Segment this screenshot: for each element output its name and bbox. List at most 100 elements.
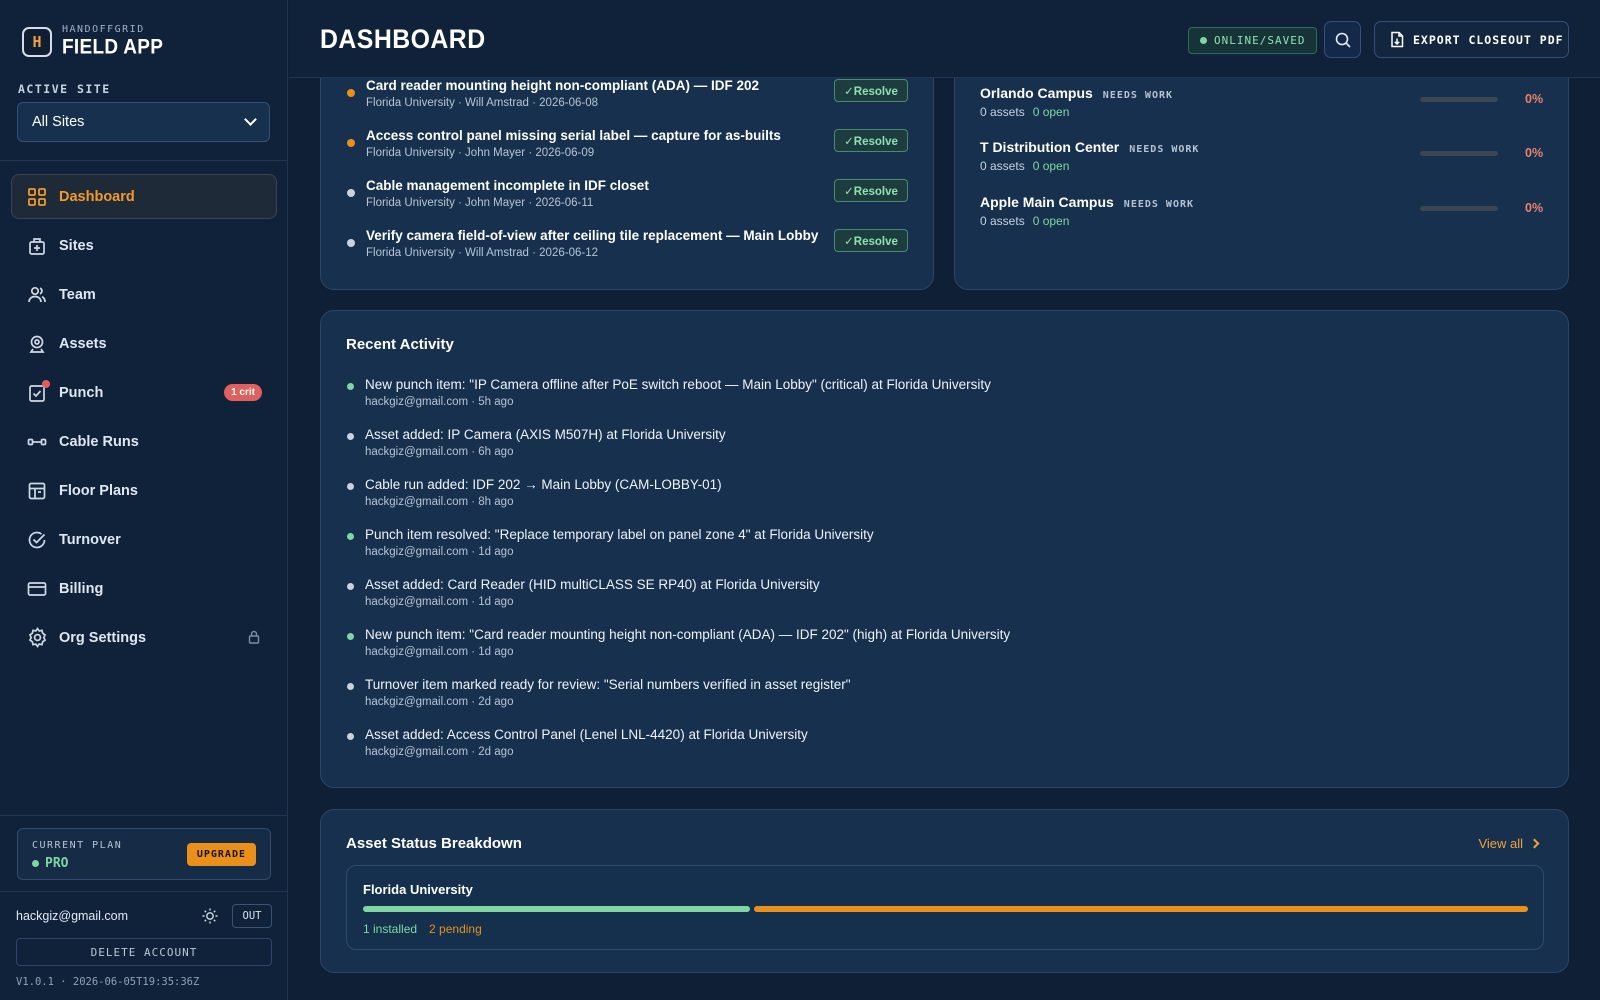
- plan-label: CURRENT PLAN: [32, 840, 123, 851]
- activity-dot: [347, 683, 354, 690]
- sidebar-item-label: Team: [59, 286, 96, 303]
- recent-activity-title: Recent Activity: [346, 336, 454, 353]
- sidebar-item-label: Sites: [59, 237, 94, 254]
- site-select[interactable]: All Sites: [17, 102, 270, 142]
- building-icon: [26, 235, 48, 257]
- asset-legend: 1 installed 2 pending: [363, 922, 482, 936]
- view-all-link[interactable]: View all: [1478, 836, 1540, 851]
- activity-item: New punch item: "IP Camera offline after…: [321, 377, 1570, 427]
- asset-status-card: Asset Status Breakdown View all Florida …: [320, 809, 1569, 973]
- plan-value: PRO: [32, 856, 68, 871]
- page-title: DASHBOARD: [320, 24, 486, 54]
- brand-subtitle: HANDOFFGRID: [62, 24, 145, 35]
- priority-dot: [347, 139, 355, 147]
- sidebar-item-label: Cable Runs: [59, 433, 139, 450]
- punch-title: Card reader mounting height non-complian…: [366, 78, 760, 93]
- sidebar-item-billing[interactable]: Billing: [11, 566, 277, 611]
- site-name: Orlando Campus NEEDS WORK: [980, 85, 1174, 101]
- site-name: Apple Main Campus NEEDS WORK: [980, 194, 1195, 210]
- site-progress-bar: [1420, 151, 1498, 156]
- sidebar-item-org-settings[interactable]: Org Settings: [11, 615, 277, 660]
- activity-text: New punch item: "IP Camera offline after…: [365, 377, 991, 392]
- activity-item: Asset added: Card Reader (HID multiCLASS…: [321, 577, 1570, 627]
- punch-title: Cable management incomplete in IDF close…: [366, 178, 649, 193]
- sidebar-item-assets[interactable]: Assets: [11, 321, 277, 366]
- checklist-icon: [26, 379, 50, 404]
- sun-icon[interactable]: [201, 907, 219, 930]
- sidebar-item-label: Org Settings: [59, 629, 147, 646]
- divider: [0, 815, 288, 816]
- installed-count: 1 installed: [363, 922, 418, 936]
- site-progress-bar: [1420, 97, 1498, 102]
- activity-dot: [347, 433, 354, 440]
- activity-dot: [347, 733, 354, 740]
- activity-dot: [347, 533, 354, 540]
- activity-text: New punch item: "Card reader mounting he…: [365, 627, 1011, 642]
- site-row[interactable]: Apple Main Campus NEEDS WORK 0 assets 0 op…: [955, 194, 1570, 238]
- logo-icon: H: [22, 26, 52, 57]
- punch-title: Access control panel missing serial labe…: [366, 128, 781, 143]
- activity-text: Asset added: IP Camera (AXIS M507H) at F…: [365, 427, 726, 442]
- activity-meta: hackgiz@gmail.com · 6h ago: [365, 446, 514, 458]
- sidebar-item-floor-plans[interactable]: Floor Plans: [11, 468, 277, 513]
- resolve-button[interactable]: ✓Resolve: [834, 179, 908, 202]
- activity-text: Asset added: Card Reader (HID multiCLASS…: [365, 577, 820, 592]
- sidebar-item-label: Billing: [59, 580, 104, 597]
- status-dot: [1200, 37, 1207, 44]
- punch-meta: Florida University · Will Amstrad · 2026…: [366, 97, 598, 109]
- sidebar-item-team[interactable]: Team: [11, 272, 277, 317]
- sidebar-item-label: Dashboard: [59, 188, 135, 205]
- activity-meta: hackgiz@gmail.com · 2d ago: [365, 696, 514, 708]
- activity-text: Turnover item marked ready for review: "…: [365, 677, 851, 692]
- punch-item: Verify camera field-of-view after ceilin…: [321, 228, 935, 278]
- site-progress-percent: 0%: [1525, 201, 1544, 215]
- punch-item: Access control panel missing serial labe…: [321, 128, 935, 178]
- sidebar-item-turnover[interactable]: Turnover: [11, 517, 277, 562]
- active-site-label: ACTIVE SITE: [18, 82, 111, 96]
- gear-icon: [26, 627, 48, 649]
- punch-item: Card reader mounting height non-complian…: [321, 78, 935, 128]
- sidebar-item-label: Floor Plans: [59, 482, 138, 499]
- activity-text: Punch item resolved: "Replace temporary …: [365, 527, 874, 542]
- site-meta: 0 assets 0 open: [980, 105, 1070, 119]
- site-row[interactable]: T Distribution Center NEEDS WORK 0 assets…: [955, 139, 1570, 183]
- priority-dot: [347, 89, 355, 97]
- sidebar-item-cable-runs[interactable]: Cable Runs: [11, 419, 277, 464]
- check-circle-icon: [26, 529, 48, 551]
- asset-site-breakdown[interactable]: Florida University 1 installed 2 pending: [346, 865, 1544, 950]
- sidebar-item-punch[interactable]: Punch 1 crit: [11, 370, 277, 415]
- activity-meta: hackgiz@gmail.com · 8h ago: [365, 496, 514, 508]
- credit-card-icon: [26, 578, 48, 600]
- site-status-tag: NEEDS WORK: [1123, 199, 1195, 210]
- logout-button[interactable]: OUT: [232, 904, 272, 928]
- pending-segment: [754, 906, 1528, 912]
- status-dot: [32, 860, 39, 867]
- camera-icon: [26, 333, 48, 355]
- recent-activity-card: Recent Activity New punch item: "IP Came…: [320, 310, 1569, 788]
- delete-account-button[interactable]: DELETE ACCOUNT: [16, 938, 272, 966]
- search-icon: [1335, 32, 1351, 48]
- sidebar-item-label: Punch: [59, 384, 104, 401]
- export-closeout-button[interactable]: EXPORT CLOSEOUT PDF: [1374, 21, 1569, 58]
- sidebar-item-dashboard[interactable]: Dashboard: [11, 174, 277, 219]
- site-status-tag: NEEDS WORK: [1102, 90, 1174, 101]
- search-button[interactable]: [1324, 21, 1361, 58]
- resolve-button[interactable]: ✓Resolve: [834, 229, 908, 252]
- divider: [0, 160, 288, 161]
- activity-dot: [347, 483, 354, 490]
- brand[interactable]: H HANDOFFGRID FIELD APP: [22, 24, 163, 59]
- alert-dot: [42, 379, 50, 388]
- cable-icon: [26, 431, 48, 453]
- floorplan-icon: [26, 480, 48, 502]
- resolve-button[interactable]: ✓Resolve: [834, 79, 908, 102]
- sidebar: H HANDOFFGRID FIELD APP ACTIVE SITE All …: [0, 0, 288, 1000]
- activity-item: Asset added: Access Control Panel (Lenel…: [321, 727, 1570, 777]
- upgrade-button[interactable]: UPGRADE: [186, 843, 256, 866]
- site-progress-percent: 0%: [1525, 146, 1544, 160]
- priority-dot: [347, 189, 355, 197]
- site-row[interactable]: Orlando Campus NEEDS WORK 0 assets 0 open …: [955, 85, 1570, 129]
- activity-item: Asset added: IP Camera (AXIS M507H) at F…: [321, 427, 1570, 477]
- sidebar-item-sites[interactable]: Sites: [11, 223, 277, 268]
- activity-meta: hackgiz@gmail.com · 5h ago: [365, 396, 514, 408]
- resolve-button[interactable]: ✓Resolve: [834, 129, 908, 152]
